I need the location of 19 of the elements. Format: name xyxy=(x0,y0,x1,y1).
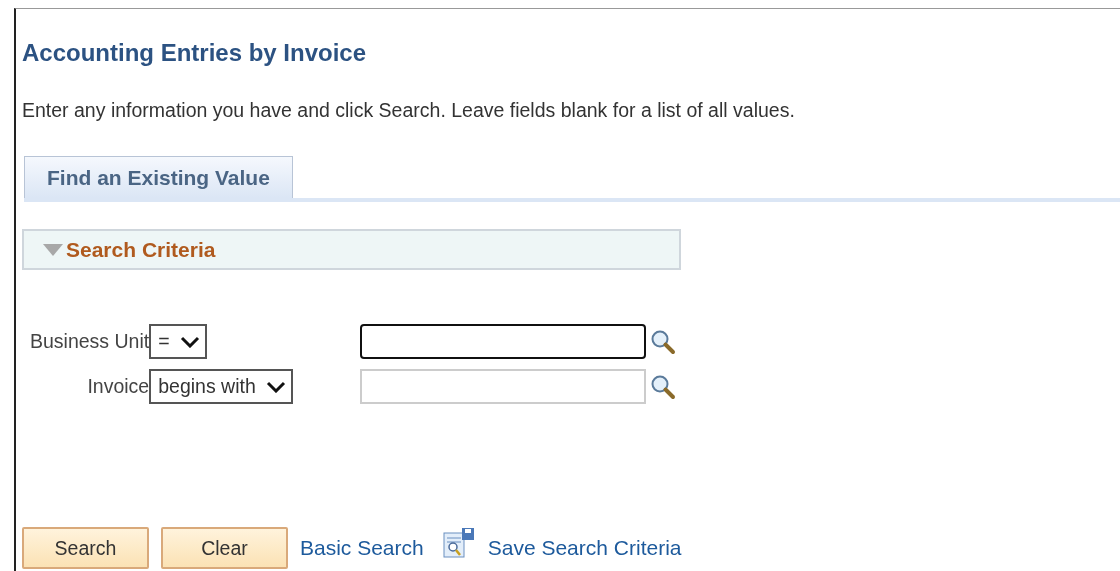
chevron-down-icon xyxy=(265,380,286,393)
action-button[interactable]: Search xyxy=(22,527,149,569)
field-label: Business Unit xyxy=(29,330,150,353)
input-field[interactable] xyxy=(360,324,646,359)
save-search-icon[interactable] xyxy=(441,527,476,559)
page-title: Accounting Entries by Invoice xyxy=(22,39,367,67)
tab[interactable]: Find an Existing Value xyxy=(24,156,293,198)
field-label: Invoice xyxy=(86,375,150,398)
link[interactable]: Save Search Criteria xyxy=(487,536,682,560)
input-field[interactable] xyxy=(360,369,646,404)
section-header[interactable]: Search Criteria xyxy=(22,229,681,270)
operator-select[interactable]: = xyxy=(149,324,207,359)
search-icon[interactable] xyxy=(650,373,676,400)
action-button[interactable]: Clear xyxy=(161,527,288,569)
chevron-down-icon xyxy=(179,335,200,348)
instructions-text: Enter any information you have and click Search. Leave fields blank for a list of all values. xyxy=(22,99,795,122)
link[interactable]: Basic Search xyxy=(300,536,424,560)
operator-select[interactable]: begins with xyxy=(149,369,293,404)
search-icon[interactable] xyxy=(650,328,676,355)
